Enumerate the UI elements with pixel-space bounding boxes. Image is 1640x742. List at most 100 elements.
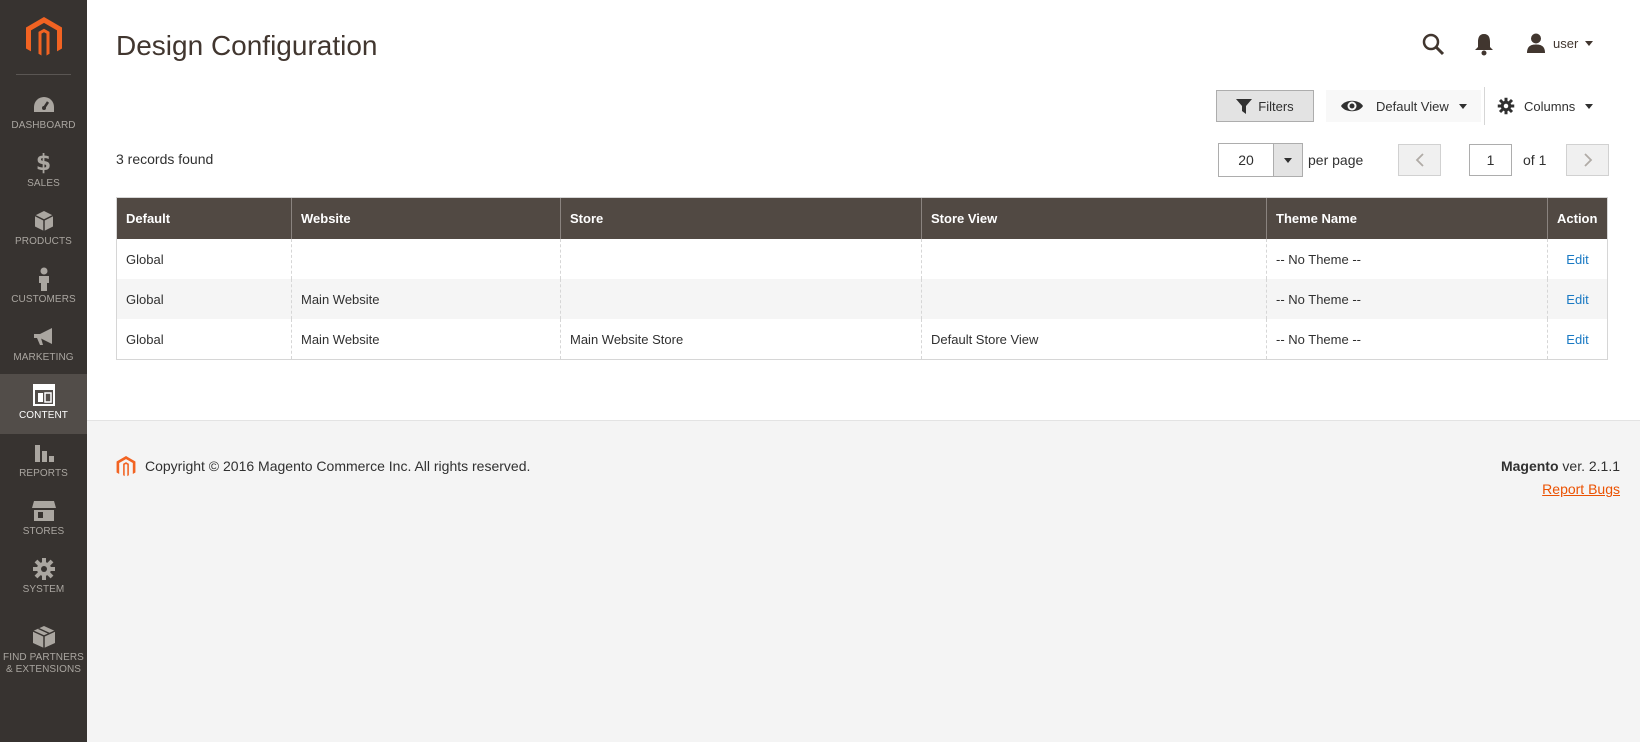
sidebar-item-stores[interactable]: STORES — [0, 490, 87, 550]
chevron-down-icon — [1585, 103, 1594, 109]
user-name: user — [1553, 35, 1579, 51]
sidebar-item-system[interactable]: SYSTEM — [0, 548, 87, 608]
page-number-input[interactable]: 1 — [1469, 144, 1512, 176]
table-row[interactable]: Global Main Website -- No Theme -- Edit — [117, 279, 1607, 319]
user-account-menu[interactable]: user — [1527, 31, 1594, 55]
cell-store — [561, 239, 922, 279]
toolbar-divider — [1484, 87, 1485, 125]
eye-icon — [1341, 100, 1363, 112]
per-page-dropdown-button[interactable] — [1273, 144, 1302, 176]
user-icon — [1527, 33, 1545, 53]
admin-sidebar: DASHBOARD $ SALES PRODUCTS CUSTOMERS MAR… — [0, 0, 87, 742]
filters-button[interactable]: Filters — [1216, 90, 1314, 122]
cell-theme-name: -- No Theme -- — [1267, 279, 1548, 319]
cell-website — [292, 239, 561, 279]
sidebar-item-products[interactable]: PRODUCTS — [0, 200, 87, 260]
gear-icon — [1497, 97, 1515, 115]
filters-label: Filters — [1258, 98, 1294, 114]
notifications-button[interactable] — [1474, 32, 1494, 56]
previous-page-button[interactable] — [1398, 144, 1441, 176]
sidebar-item-reports[interactable]: REPORTS — [0, 432, 87, 492]
columns-label: Columns — [1524, 98, 1576, 114]
edit-link[interactable]: Edit — [1566, 332, 1588, 347]
magento-logo[interactable] — [0, 0, 87, 75]
person-icon — [31, 266, 57, 292]
design-config-grid: Default Website Store Store View Theme N… — [116, 197, 1608, 360]
per-page-select[interactable]: 20 — [1218, 143, 1303, 177]
page-title: Design Configuration — [116, 30, 378, 61]
sidebar-item-customers[interactable]: CUSTOMERS — [0, 258, 87, 318]
column-header-action: Action — [1557, 211, 1598, 226]
per-page-value: 20 — [1238, 152, 1254, 168]
view-label: Default View — [1376, 98, 1449, 114]
brand-name: Magento — [1500, 458, 1559, 474]
columns-button[interactable]: Columns — [1497, 90, 1594, 122]
chevron-left-icon — [1415, 153, 1424, 167]
cell-action: Edit — [1548, 319, 1607, 359]
grid-header-row: Default Website Store Store View Theme N… — [117, 198, 1607, 239]
megaphone-icon — [31, 324, 57, 350]
per-page-label: per page — [1308, 152, 1364, 168]
cell-action: Edit — [1548, 239, 1607, 279]
column-header-default[interactable]: Default — [117, 198, 292, 239]
dashboard-icon — [31, 92, 57, 118]
sidebar-item-label: MARKETING — [13, 352, 74, 363]
sidebar-item-label: SALES — [27, 178, 60, 189]
sidebar-item-label: PRODUCTS — [15, 236, 72, 247]
cell-action: Edit — [1548, 279, 1607, 319]
column-header-store-view[interactable]: Store View — [922, 198, 1267, 239]
cubes-icon — [31, 624, 57, 650]
chevron-right-icon — [1583, 153, 1592, 167]
sidebar-item-partners[interactable]: FIND PARTNERS & EXTENSIONS — [0, 616, 87, 686]
cell-store-view — [922, 279, 1267, 319]
sidebar-item-label: STORES — [22, 526, 65, 537]
next-page-button[interactable] — [1566, 144, 1609, 176]
chevron-down-icon — [1284, 157, 1292, 163]
filter-icon — [1236, 98, 1253, 114]
cell-theme-name: -- No Theme -- — [1267, 319, 1548, 359]
cell-store-view: Default Store View — [922, 319, 1267, 359]
chevron-down-icon — [1458, 103, 1467, 109]
layout-icon — [31, 382, 57, 408]
table-row[interactable]: Global Main Website Main Website Store D… — [117, 319, 1607, 359]
sidebar-item-label: REPORTS — [19, 468, 68, 479]
dollar-icon: $ — [35, 150, 52, 176]
cell-default: Global — [117, 279, 292, 319]
gear-icon — [31, 556, 57, 582]
column-header-store[interactable]: Store — [561, 198, 922, 239]
page-total-label: of 1 — [1523, 152, 1547, 168]
page-footer: Copyright © 2016 Magento Commerce Inc. A… — [87, 420, 1640, 742]
bar-chart-icon — [31, 440, 57, 466]
cell-store: Main Website Store — [561, 319, 922, 359]
cell-theme-name: -- No Theme -- — [1267, 239, 1548, 279]
sidebar-item-dashboard[interactable]: DASHBOARD — [0, 84, 87, 144]
edit-link[interactable]: Edit — [1566, 252, 1588, 267]
sidebar-item-sales[interactable]: $ SALES — [0, 142, 87, 202]
records-count: 3 records found — [116, 151, 214, 167]
report-bugs-link[interactable]: Report Bugs — [1542, 481, 1620, 497]
sidebar-item-content[interactable]: CONTENT — [0, 374, 87, 434]
sidebar-item-label: SYSTEM — [22, 584, 65, 595]
magento-footer-logo-icon — [116, 456, 136, 477]
sidebar-item-marketing[interactable]: MARKETING — [0, 316, 87, 376]
search-button[interactable] — [1421, 32, 1445, 56]
cell-website: Main Website — [292, 319, 561, 359]
version-info: Magento ver. 2.1.1 — [1501, 458, 1620, 474]
search-icon — [1422, 33, 1445, 56]
sidebar-item-label: & EXTENSIONS — [5, 664, 82, 675]
bell-icon — [1475, 34, 1493, 56]
version-number: ver. 2.1.1 — [1558, 458, 1620, 474]
sidebar-item-label: CONTENT — [18, 410, 69, 421]
cell-default: Global — [117, 239, 292, 279]
cell-website: Main Website — [292, 279, 561, 319]
magento-logo-icon — [25, 16, 62, 55]
column-header-theme-name[interactable]: Theme Name — [1267, 198, 1548, 239]
table-row[interactable]: Global -- No Theme -- Edit — [117, 239, 1607, 279]
column-header-website[interactable]: Website — [292, 198, 561, 239]
storefront-icon — [31, 498, 57, 524]
edit-link[interactable]: Edit — [1566, 292, 1588, 307]
sidebar-item-label: CUSTOMERS — [11, 294, 76, 305]
sidebar-divider — [16, 74, 71, 75]
cell-store-view — [922, 239, 1267, 279]
view-selector[interactable]: Default View — [1326, 90, 1481, 122]
